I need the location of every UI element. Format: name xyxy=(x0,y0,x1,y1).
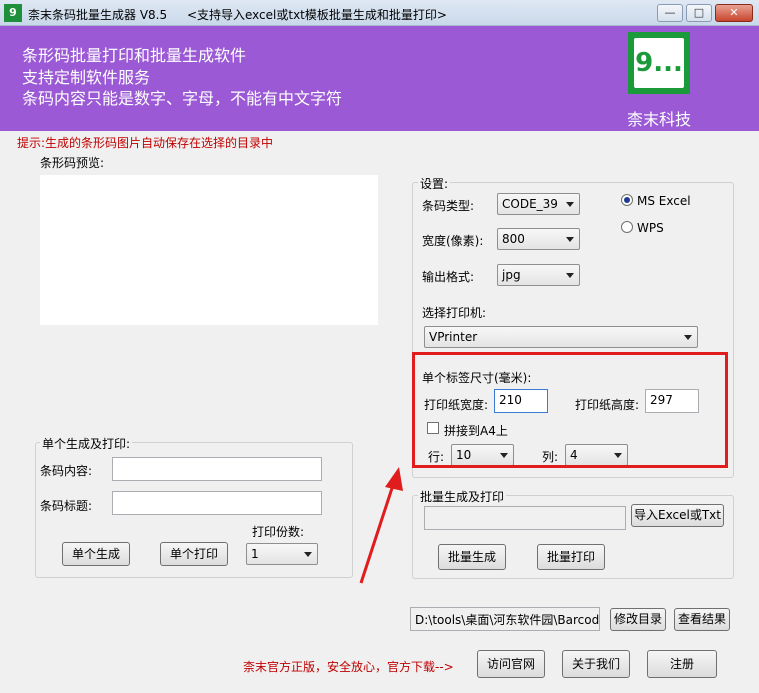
annotation-arrow xyxy=(359,467,403,584)
excel-radio-label: MS Excel xyxy=(637,194,691,208)
batch-group-label: 批量生成及打印 xyxy=(418,488,507,505)
batch-print-button[interactable]: 批量打印 xyxy=(537,544,605,570)
maximize-button[interactable]: □ xyxy=(686,4,712,22)
wps-radio[interactable] xyxy=(621,221,633,233)
batch-file-input[interactable] xyxy=(424,506,626,530)
window-subtitle: <支持导入excel或txt模板批量生成和批量打印> xyxy=(186,8,447,22)
width-select[interactable]: 800 xyxy=(497,228,580,250)
company-logo: 9... xyxy=(628,32,690,94)
copies-label: 打印份数: xyxy=(252,525,305,539)
highlight-box xyxy=(412,352,728,468)
barcode-preview xyxy=(40,175,378,325)
visit-website-button[interactable]: 访问官网 xyxy=(477,650,545,678)
format-value: jpg xyxy=(502,268,521,282)
hint-text: 提示:生成的条形码图片自动保存在选择的目录中 xyxy=(17,136,274,150)
settings-group-label: 设置: xyxy=(418,175,451,192)
output-path-input[interactable]: D:\tools\桌面\河东软件园\Barcode xyxy=(410,607,600,631)
width-value: 800 xyxy=(502,232,525,246)
title-bar: 9 柰末条码批量生成器 V8.5 <支持导入excel或txt模板批量生成和批量… xyxy=(0,0,759,26)
banner-line-3: 条码内容只能是数字、字母，不能有中文字符 xyxy=(22,89,343,108)
format-label: 输出格式: xyxy=(422,270,475,284)
logo-glyph: 9... xyxy=(634,38,684,88)
view-results-button[interactable]: 查看结果 xyxy=(674,608,730,631)
arrow-head xyxy=(385,467,403,491)
window-title: 柰末条码批量生成器 V8.5 <支持导入excel或txt模板批量生成和批量打印… xyxy=(28,6,447,23)
change-directory-button[interactable]: 修改目录 xyxy=(610,608,666,631)
chevron-down-icon xyxy=(684,335,692,340)
single-group-label: 单个生成及打印: xyxy=(40,435,133,452)
wps-radio-label: WPS xyxy=(637,221,664,235)
banner-line-1: 条形码批量打印和批量生成软件 xyxy=(22,46,247,65)
chevron-down-icon xyxy=(566,202,574,207)
single-print-button[interactable]: 单个打印 xyxy=(160,542,228,566)
format-select[interactable]: jpg xyxy=(497,264,580,286)
excel-radio[interactable] xyxy=(621,194,633,206)
register-button[interactable]: 注册 xyxy=(647,650,717,678)
chevron-down-icon xyxy=(566,237,574,242)
about-us-button[interactable]: 关于我们 xyxy=(562,650,630,678)
barcode-content-input[interactable] xyxy=(112,457,322,481)
type-label: 条码类型: xyxy=(422,199,475,213)
title-label: 条码标题: xyxy=(40,499,93,513)
close-button[interactable]: ✕ xyxy=(715,4,753,22)
printer-value: VPrinter xyxy=(429,330,478,344)
footer-notice: 柰末官方正版，安全放心，官方下载--> xyxy=(243,660,454,674)
barcode-type-value: CODE_39 xyxy=(502,197,558,211)
copies-select[interactable]: 1 xyxy=(246,543,318,565)
width-label: 宽度(像素): xyxy=(422,234,484,248)
arrow-shaft xyxy=(359,478,397,584)
batch-generate-button[interactable]: 批量生成 xyxy=(438,544,506,570)
content-label: 条码内容: xyxy=(40,464,93,478)
import-button[interactable]: 导入Excel或Txt xyxy=(631,504,724,527)
app-icon: 9 xyxy=(4,4,22,22)
preview-label: 条形码预览: xyxy=(40,156,105,170)
company-name: 柰末科技 xyxy=(627,110,692,129)
copies-value: 1 xyxy=(251,547,259,561)
printer-select[interactable]: VPrinter xyxy=(424,326,698,348)
printer-label: 选择打印机: xyxy=(422,306,487,320)
barcode-type-select[interactable]: CODE_39 xyxy=(497,193,580,215)
window-title-text: 柰末条码批量生成器 V8.5 xyxy=(28,8,168,22)
minimize-button[interactable]: — xyxy=(657,4,683,22)
single-generate-button[interactable]: 单个生成 xyxy=(62,542,130,566)
barcode-title-input[interactable] xyxy=(112,491,322,515)
chevron-down-icon xyxy=(304,552,312,557)
chevron-down-icon xyxy=(566,273,574,278)
